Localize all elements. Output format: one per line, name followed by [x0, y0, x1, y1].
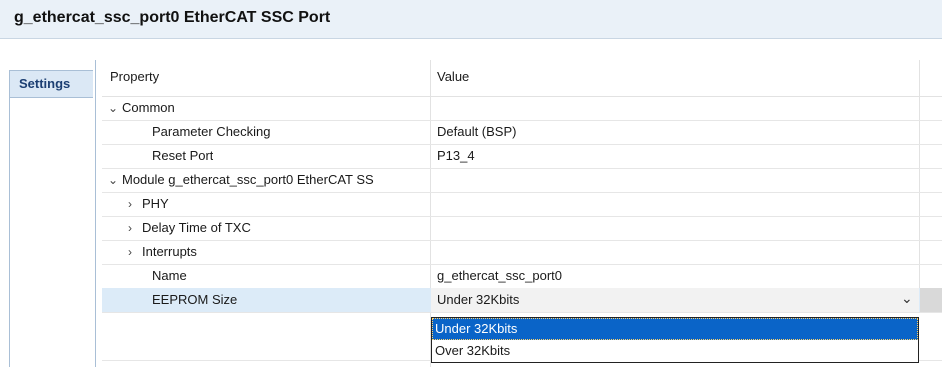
- grid-header: Property Value: [102, 60, 942, 97]
- row-label: Name: [152, 268, 187, 283]
- chevron-right-icon[interactable]: ›: [128, 197, 142, 211]
- row-value[interactable]: Default (BSP): [437, 124, 516, 139]
- chevron-right-icon[interactable]: ›: [128, 221, 142, 235]
- panel-divider: [95, 60, 96, 367]
- grid-row-interrupts[interactable]: › Interrupts: [102, 240, 942, 265]
- row-label: Common: [122, 100, 175, 115]
- column-header-value[interactable]: Value: [437, 69, 469, 84]
- chevron-down-icon[interactable]: ⌄: [108, 101, 122, 115]
- sidebar-divider: [9, 97, 10, 367]
- dropdown-option-over-32kbits[interactable]: Over 32Kbits: [432, 340, 918, 362]
- eeprom-size-select[interactable]: Under 32Kbits ⌄: [431, 288, 919, 312]
- eeprom-size-dropdown: Under 32Kbits Over 32Kbits: [431, 317, 919, 363]
- grid-row-eeprom-size[interactable]: EEPROM Size Under 32Kbits ⌄: [102, 288, 942, 313]
- chevron-right-icon[interactable]: ›: [128, 245, 142, 259]
- row-value[interactable]: P13_4: [437, 148, 475, 163]
- page-title: g_ethercat_ssc_port0 EtherCAT SSC Port: [14, 9, 331, 26]
- grid-row-name[interactable]: Name g_ethercat_ssc_port0: [102, 264, 942, 289]
- option-label: Over 32Kbits: [435, 343, 511, 358]
- grid-row-phy[interactable]: › PHY: [102, 192, 942, 217]
- row-label: Module g_ethercat_ssc_port0 EtherCAT SS: [122, 172, 374, 187]
- row-label: Interrupts: [142, 244, 197, 259]
- chevron-down-icon[interactable]: ⌄: [901, 290, 913, 307]
- grid-row-reset-port[interactable]: Reset Port P13_4: [102, 144, 942, 169]
- row-label: PHY: [142, 196, 169, 211]
- select-value: Under 32Kbits: [437, 292, 520, 307]
- dropdown-option-under-32kbits[interactable]: Under 32Kbits: [432, 318, 918, 340]
- option-label: Under 32Kbits: [435, 321, 518, 336]
- row-label: Reset Port: [152, 148, 214, 163]
- row-label: EEPROM Size: [152, 292, 238, 307]
- row-value[interactable]: g_ethercat_ssc_port0: [437, 268, 562, 283]
- property-grid: Property Value ⌄ Common Parameter Checkin…: [102, 60, 942, 367]
- grid-row-module[interactable]: ⌄ Module g_ethercat_ssc_port0 EtherCAT SS: [102, 168, 942, 193]
- column-header-property[interactable]: Property: [110, 69, 159, 84]
- title-bar: g_ethercat_ssc_port0 EtherCAT SSC Port: [0, 0, 942, 39]
- tab-settings[interactable]: Settings: [9, 70, 93, 98]
- grid-row-common[interactable]: ⌄ Common: [102, 96, 942, 121]
- select-scroll-track: [920, 288, 942, 312]
- grid-row-delay-time-txc[interactable]: › Delay Time of TXC: [102, 216, 942, 241]
- row-label: Delay Time of TXC: [142, 220, 251, 235]
- chevron-down-icon[interactable]: ⌄: [108, 173, 122, 187]
- sidebar: Settings: [0, 39, 95, 367]
- row-label: Parameter Checking: [152, 124, 271, 139]
- tab-settings-label: Settings: [19, 76, 71, 91]
- grid-row-parameter-checking[interactable]: Parameter Checking Default (BSP): [102, 120, 942, 145]
